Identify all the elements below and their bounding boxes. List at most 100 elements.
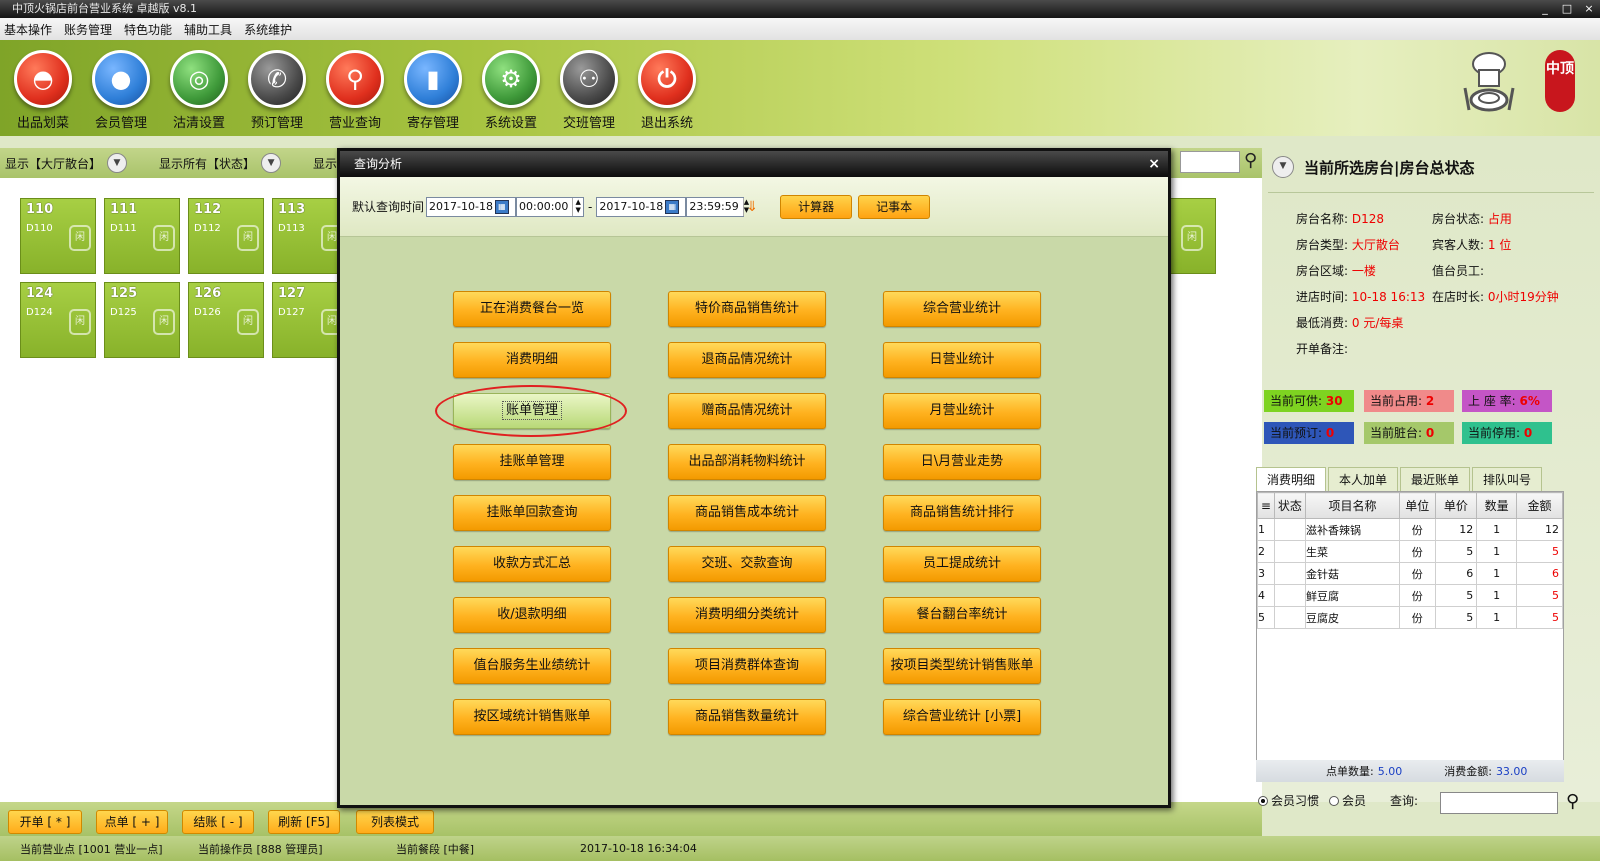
order-button[interactable]: 点单 [ + ] (96, 810, 168, 834)
grid-menu-icon[interactable]: ≡ (1257, 492, 1275, 519)
search-icon[interactable]: ⚲ (1244, 150, 1257, 171)
time-to-field[interactable]: 23:59:59 ▲ ▼ (686, 196, 749, 217)
notepad-button[interactable]: 记事本 (858, 194, 931, 219)
query-button[interactable]: 收款方式汇总 (453, 546, 611, 582)
query-button[interactable]: 员工提成统计 (883, 546, 1041, 582)
window-title: 中顶火锅店前台营业系统 卓越版 v8.1 (0, 0, 1600, 18)
gear-icon: ⚙ (482, 50, 540, 108)
query-button[interactable]: 月营业统计 (883, 393, 1041, 429)
toolbar-button-serve[interactable]: ◓ 出品划菜 (5, 50, 81, 131)
search-icon[interactable]: ⚲ (1566, 791, 1579, 812)
table-row[interactable]: 1 滋补香辣锅份 12 1 12 (1257, 518, 1564, 541)
menu-features[interactable]: 特色功能 (124, 21, 172, 38)
info-min-spend: 最低消费: 0 元/每桌 (1296, 316, 1404, 330)
stat-disabled: 当前停用: 0 (1462, 422, 1552, 444)
tab-recent-bills[interactable]: 最近账单 (1400, 467, 1471, 491)
query-button[interactable]: 商品销售数量统计 (668, 699, 826, 735)
query-button[interactable]: 消费明细 (453, 342, 611, 378)
chevron-down-icon[interactable]: ▼ (107, 153, 128, 173)
toolbar-button-query[interactable]: ⚲ 营业查询 (317, 50, 393, 131)
query-button[interactable]: 交班、交款查询 (668, 546, 826, 582)
table-card[interactable]: 126 D126 闲 (188, 282, 264, 358)
table-row[interactable]: 2 生菜份 5 1 5 (1257, 540, 1564, 563)
handover-icon: ⚇ (560, 50, 618, 108)
calendar-icon[interactable]: ▦ (494, 199, 509, 214)
area-filter[interactable]: 显示【大厅散台】 ▼ (5, 153, 128, 173)
stat-reserved: 当前预订: 0 (1264, 422, 1354, 444)
toolbar-button-member[interactable]: ● 会员管理 (83, 50, 159, 131)
status-point: 当前营业点 [1001 营业一点] (20, 842, 163, 856)
close-window-button[interactable]: × (1578, 0, 1600, 18)
query-button[interactable]: 收/退款明细 (453, 597, 611, 633)
member-icon: ● (92, 50, 150, 108)
query-button[interactable]: 综合营业统计 (883, 291, 1041, 327)
maximize-button[interactable]: □ (1556, 0, 1578, 18)
chevron-down-icon[interactable]: ▼ (261, 153, 282, 173)
status-meal: 当前餐段 [中餐] (396, 842, 475, 856)
arrow-down-icon[interactable]: ⇓ (746, 199, 758, 215)
menu-maintenance[interactable]: 系统维护 (244, 21, 292, 38)
refresh-button[interactable]: 刷新 [F5] (268, 810, 340, 834)
query-button[interactable]: 商品销售成本统计 (668, 495, 826, 531)
minimize-button[interactable]: _ (1534, 0, 1556, 18)
date-to-field[interactable]: 2017-10-18 ▦ (596, 196, 687, 217)
table-card[interactable]: 125 D125 闲 (104, 282, 180, 358)
menu-accounts[interactable]: 账务管理 (64, 21, 112, 38)
query-button[interactable]: 正在消费餐台一览 (453, 291, 611, 327)
toolbar-button-exit[interactable]: ⏻ 退出系统 (629, 50, 705, 131)
calendar-icon[interactable]: ▦ (665, 199, 680, 214)
query-button[interactable]: 挂账单回款查询 (453, 495, 611, 531)
query-button[interactable]: 退商品情况统计 (668, 342, 826, 378)
query-button[interactable]: 出品部消耗物料统计 (668, 444, 826, 480)
menu-basic[interactable]: 基本操作 (4, 21, 52, 38)
table-card[interactable]: 111 D111 闲 (104, 198, 180, 274)
time-from-field[interactable]: 00:00:00 ▲ ▼ (516, 196, 585, 217)
toolbar-button-storage[interactable]: ▮ 寄存管理 (395, 50, 471, 131)
tab-consumption[interactable]: 消费明细 (1256, 467, 1327, 491)
radio-member[interactable] (1329, 795, 1340, 806)
query-button[interactable]: 日营业统计 (883, 342, 1041, 378)
table-card[interactable]: 124 D124 闲 (20, 282, 96, 358)
toolbar-button-shift[interactable]: ⚇ 交班管理 (551, 50, 627, 131)
query-button[interactable]: 按区域统计销售账单 (453, 699, 611, 735)
menu-tools[interactable]: 辅助工具 (184, 21, 232, 38)
list-mode-button[interactable]: 列表模式 (356, 810, 434, 834)
query-button[interactable]: 按项目类型统计销售账单 (883, 648, 1041, 684)
spinner-icon[interactable]: ▲ ▼ (572, 197, 583, 216)
table-free-icon: 闲 (153, 309, 175, 335)
checkout-button[interactable]: 结账 [ - ] (182, 810, 254, 834)
table-row[interactable]: 3 金针菇份 6 1 6 (1257, 562, 1564, 585)
table-free-icon: 闲 (237, 225, 259, 251)
query-button[interactable]: 餐台翻台率统计 (883, 597, 1041, 633)
member-search-input[interactable] (1440, 792, 1558, 814)
close-icon[interactable]: × (1148, 151, 1160, 177)
query-button[interactable]: 商品销售统计排行 (883, 495, 1041, 531)
table-card[interactable]: 闲 (1170, 198, 1216, 274)
query-button[interactable]: 综合营业统计 [小票] (883, 699, 1041, 735)
toolbar-button-soldout[interactable]: ◎ 沽清设置 (161, 50, 237, 131)
query-button[interactable]: 特价商品销售统计 (668, 291, 826, 327)
table-row[interactable]: 5 豆腐皮份 5 1 5 (1257, 606, 1564, 629)
radio-member-habit[interactable] (1258, 795, 1268, 806)
date-from-field[interactable]: 2017-10-18 ▦ (426, 196, 517, 217)
open-table-button[interactable]: 开单 [ * ] (8, 810, 82, 834)
tab-queue[interactable]: 排队叫号 (1472, 467, 1543, 491)
table-card[interactable]: 110 D110 闲 (20, 198, 96, 274)
calculator-button[interactable]: 计算器 (780, 194, 853, 219)
query-button[interactable]: 挂账单管理 (453, 444, 611, 480)
status-filter[interactable]: 显示所有【状态】 ▼ (159, 153, 282, 173)
query-button[interactable]: 项目消费群体查询 (668, 648, 826, 684)
chevron-down-icon[interactable]: ▼ (1272, 156, 1294, 178)
display-filter[interactable]: 显示 (313, 155, 337, 172)
query-button[interactable]: 日\月营业走势 (883, 444, 1041, 480)
toolbar-button-settings[interactable]: ⚙ 系统设置 (473, 50, 549, 131)
toolbar-button-booking[interactable]: ✆ 预订管理 (239, 50, 315, 131)
query-button[interactable]: 值台服务生业绩统计 (453, 648, 611, 684)
query-button[interactable]: 赠商品情况统计 (668, 393, 826, 429)
tab-my-additions[interactable]: 本人加单 (1328, 467, 1399, 491)
table-card[interactable]: 112 D112 闲 (188, 198, 264, 274)
menu-bar: 基本操作 账务管理 特色功能 辅助工具 系统维护 (0, 18, 1600, 40)
table-search-input[interactable] (1180, 151, 1240, 173)
table-row[interactable]: 4 鲜豆腐份 5 1 5 (1257, 584, 1564, 607)
query-button[interactable]: 消费明细分类统计 (668, 597, 826, 633)
